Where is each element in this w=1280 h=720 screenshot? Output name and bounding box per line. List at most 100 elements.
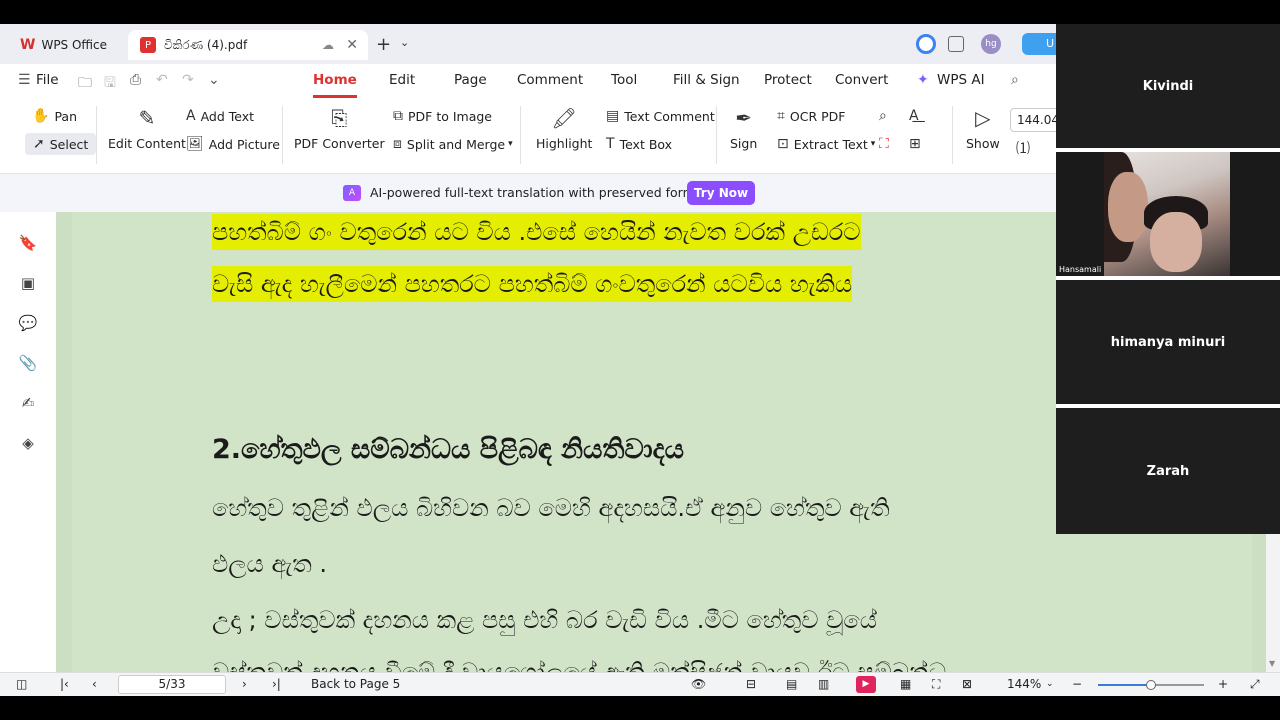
text-box-button[interactable]: T Text Box (606, 136, 672, 152)
close-tab-icon[interactable]: ✕ (346, 37, 358, 53)
prev-page-icon[interactable]: ‹ (92, 677, 97, 691)
assistant-icon[interactable] (916, 34, 936, 54)
comment-icon[interactable]: 💬 (18, 314, 38, 334)
save-icon[interactable]: 🖫 (104, 72, 116, 96)
add-text-label: Add Text (200, 108, 255, 124)
menu-page[interactable]: Page (454, 64, 487, 98)
chevron-down-icon[interactable]: ⌄ (400, 36, 409, 49)
menu-protect[interactable]: Protect (764, 64, 812, 98)
menu-tool[interactable]: Tool (611, 64, 637, 98)
translate-button[interactable]: A͟ (909, 108, 924, 124)
zoom-slider[interactable] (1098, 680, 1204, 690)
split-merge-button[interactable]: ⧈ Split and Merge ▾ (393, 136, 513, 152)
layers-icon[interactable]: ◈ (18, 434, 38, 454)
ocr-pdf-label: OCR PDF (789, 108, 846, 124)
eye-icon[interactable]: 👁 (691, 677, 706, 691)
chevron-down-icon[interactable]: ⌄ (208, 72, 220, 88)
last-page-icon[interactable]: ›| (272, 677, 281, 691)
ocr-pdf-button[interactable]: ⌗ OCR PDF (777, 108, 845, 124)
menu-edit[interactable]: Edit (389, 64, 415, 98)
add-picture-label: Add Picture (208, 136, 280, 152)
new-tab-icon[interactable]: + (376, 34, 391, 55)
scroll-down-icon[interactable]: ▼ (1269, 659, 1275, 668)
compare-button[interactable]: ⊞ (909, 136, 926, 152)
translate-icon: A͟ (909, 108, 919, 124)
zoom-in-icon[interactable]: + (1218, 677, 1228, 691)
tab-wps-office[interactable]: W WPS Office (10, 30, 122, 60)
first-page-icon[interactable]: |‹ (60, 677, 69, 691)
participant-tile[interactable]: Kivindi (1056, 24, 1280, 148)
ribbon-divider (520, 106, 521, 164)
chevron-down-icon: ▾ (870, 139, 876, 149)
pdf-to-image-button[interactable]: ⧉ PDF to Image (393, 108, 492, 124)
show-button[interactable]: ▷ Show (966, 106, 1000, 151)
menu-home[interactable]: Home (313, 64, 357, 98)
add-picture-button[interactable]: 🖼 Add Picture (186, 136, 280, 152)
zoom-slider-knob[interactable] (1146, 680, 1156, 690)
text-box-icon: T (606, 136, 615, 152)
hand-icon: ✋ (32, 108, 50, 124)
menu-comment[interactable]: Comment (517, 64, 583, 98)
next-page-icon[interactable]: › (242, 677, 247, 691)
find-button[interactable]: ⌕ (879, 108, 892, 124)
single-page-icon[interactable]: ⊟ (746, 677, 756, 691)
page-number-input[interactable]: 5/33 (118, 675, 226, 694)
edit-content-button[interactable]: ✎ Edit Content (108, 106, 186, 151)
menu-fill-sign[interactable]: Fill & Sign (673, 64, 740, 98)
sidebar-toggle-icon[interactable]: ◫ (16, 677, 27, 691)
ribbon-divider (952, 106, 953, 164)
hamburger-icon[interactable]: ☰ (18, 72, 31, 88)
search-icon[interactable]: ⌕ (1011, 72, 1019, 88)
actual-size-button[interactable]: ⑴ (1016, 138, 1035, 158)
back-to-page-link[interactable]: Back to Page 5 (311, 677, 400, 691)
tab-document[interactable]: P විකිරණ (4).pdf ☁ ✕ (128, 30, 368, 60)
sign-button[interactable]: ✒ Sign (730, 106, 757, 151)
chevron-down-icon: ▾ (508, 139, 513, 149)
ribbon-divider (96, 106, 97, 164)
print-icon[interactable]: ⎙ (130, 72, 141, 88)
participant-tile[interactable]: Hansamali (1056, 152, 1280, 276)
menu-wps-ai[interactable]: WPS AI (937, 64, 985, 98)
zoom-out-icon[interactable]: − (1072, 677, 1082, 691)
extract-text-button[interactable]: ⊡ Extract Text ▾ (777, 136, 875, 152)
two-page-icon[interactable]: ▥ (818, 677, 829, 691)
zoom-slider-fill (1098, 684, 1151, 686)
bookmark-icon[interactable]: 🔖 (18, 234, 38, 254)
scan-button[interactable]: ⛶ (879, 136, 894, 152)
doc-line: වස්තුවක් දහනය වීමේ දී වායුගෝලයේ ඇති ඔක්ස… (212, 658, 947, 672)
try-now-button[interactable]: Try Now (687, 181, 755, 205)
open-folder-icon[interactable]: 🗀 (78, 72, 92, 96)
cursor-icon: ➚ (33, 136, 45, 152)
highlight-button[interactable]: 🖍 Highlight (536, 106, 592, 151)
zoom-level[interactable]: 144% (1007, 677, 1041, 691)
undo-icon[interactable]: ↶ (156, 72, 168, 88)
fit-page-icon[interactable]: ⛶ (932, 677, 940, 692)
pdf-converter-button[interactable]: ⎘ PDF Converter (294, 106, 385, 151)
pan-button[interactable]: ✋ Pan (32, 108, 77, 124)
thumbnail-icon[interactable]: ▣ (18, 274, 38, 294)
attachment-icon[interactable]: 📎 (18, 354, 38, 374)
window-icon[interactable] (948, 36, 964, 52)
split-merge-icon: ⧈ (393, 136, 402, 152)
fit-width-icon[interactable]: ⊠ (962, 677, 972, 691)
menu-convert[interactable]: Convert (835, 64, 888, 98)
edit-content-icon: ✎ (138, 106, 156, 130)
tab-wps-office-label: WPS Office (41, 38, 108, 52)
menu-file[interactable]: File (36, 64, 59, 98)
redo-icon[interactable]: ↷ (182, 72, 194, 88)
play-icon[interactable]: ▶ (856, 676, 876, 693)
cloud-icon[interactable]: ☁ (322, 38, 334, 52)
add-text-button[interactable]: A Add Text (186, 108, 254, 124)
compare-icon: ⊞ (909, 136, 921, 152)
fullscreen-icon[interactable]: ⤢ (1250, 677, 1260, 692)
signature-icon[interactable]: ✍ (18, 394, 38, 414)
participant-tile[interactable]: Zarah (1056, 408, 1280, 534)
avatar[interactable]: hg (981, 34, 1001, 54)
highlighted-text: වැසි ඇද හැලීමෙන් පහතරට පහත්බිම් ගංවතුරෙන… (212, 266, 853, 302)
reading-mode-icon[interactable]: ▦ (900, 677, 911, 691)
document-view-icon[interactable]: ▤ (786, 677, 797, 691)
chevron-down-icon[interactable]: ⌄ (1046, 679, 1054, 689)
participant-tile[interactable]: himanya minuri (1056, 280, 1280, 404)
select-button[interactable]: ➚ Select (25, 133, 97, 155)
text-comment-button[interactable]: ▤ Text Comment (606, 108, 715, 124)
